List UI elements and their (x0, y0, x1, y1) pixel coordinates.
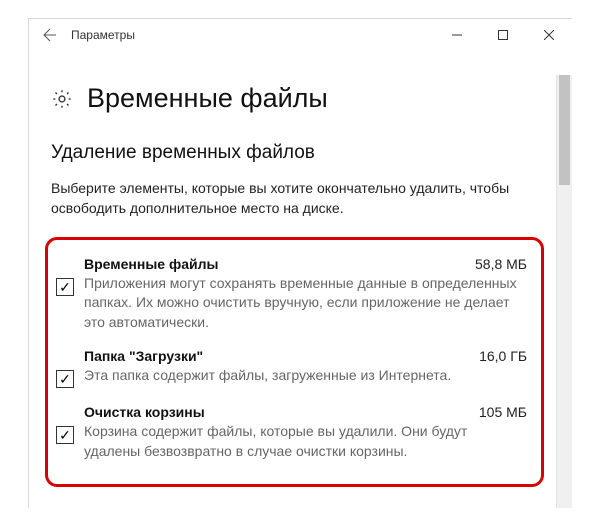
item-body: Временные файлы 58,8 МБ Приложения могут… (84, 256, 527, 333)
minimize-button[interactable] (434, 19, 480, 51)
item-head: Временные файлы 58,8 МБ (84, 256, 527, 272)
item-size: 58,8 МБ (475, 256, 527, 272)
close-button[interactable] (526, 19, 572, 51)
settings-window: Параметры Временные файлы Удаление вре (28, 18, 572, 508)
item-head: Папка "Загрузки" 16,0 ГБ (84, 348, 527, 364)
recycle-bin-checkbox[interactable]: ✓ (56, 426, 74, 444)
section-description: Выберите элементы, которые вы хотите око… (51, 178, 521, 219)
app-title: Параметры (71, 28, 135, 42)
content-area: Временные файлы Удаление временных файло… (29, 51, 572, 487)
item-head: Очистка корзины 105 МБ (84, 404, 527, 420)
scrollbar-thumb[interactable] (559, 75, 570, 185)
maximize-button[interactable] (480, 19, 526, 51)
item-title: Папка "Загрузки" (84, 348, 203, 364)
item-size: 16,0 ГБ (479, 348, 527, 364)
section-title: Удаление временных файлов (51, 142, 550, 164)
window-controls (434, 19, 572, 51)
temp-files-item: ✓ Временные файлы 58,8 МБ Приложения мог… (56, 250, 527, 343)
item-size: 105 МБ (479, 404, 527, 420)
downloads-item: ✓ Папка "Загрузки" 16,0 ГБ Эта папка сод… (56, 342, 527, 398)
scrollbar[interactable] (556, 75, 572, 508)
item-body: Папка "Загрузки" 16,0 ГБ Эта папка содер… (84, 348, 527, 386)
item-title: Временные файлы (84, 256, 218, 272)
downloads-checkbox[interactable]: ✓ (56, 370, 74, 388)
item-description: Корзина содержит файлы, которые вы удали… (84, 422, 527, 461)
gear-icon (51, 88, 73, 110)
item-title: Очистка корзины (84, 404, 205, 420)
temp-files-checkbox[interactable]: ✓ (56, 278, 74, 296)
item-body: Очистка корзины 105 МБ Корзина содержит … (84, 404, 527, 461)
item-description: Приложения могут сохранять временные дан… (84, 274, 527, 333)
page-title: Временные файлы (87, 83, 328, 114)
page-header: Временные файлы (51, 83, 550, 114)
recycle-bin-item: ✓ Очистка корзины 105 МБ Корзина содержи… (56, 398, 527, 471)
items-highlight: ✓ Временные файлы 58,8 МБ Приложения мог… (45, 237, 544, 487)
item-description: Эта папка содержит файлы, загруженные из… (84, 366, 527, 386)
back-button[interactable] (29, 19, 71, 51)
titlebar: Параметры (29, 19, 572, 51)
